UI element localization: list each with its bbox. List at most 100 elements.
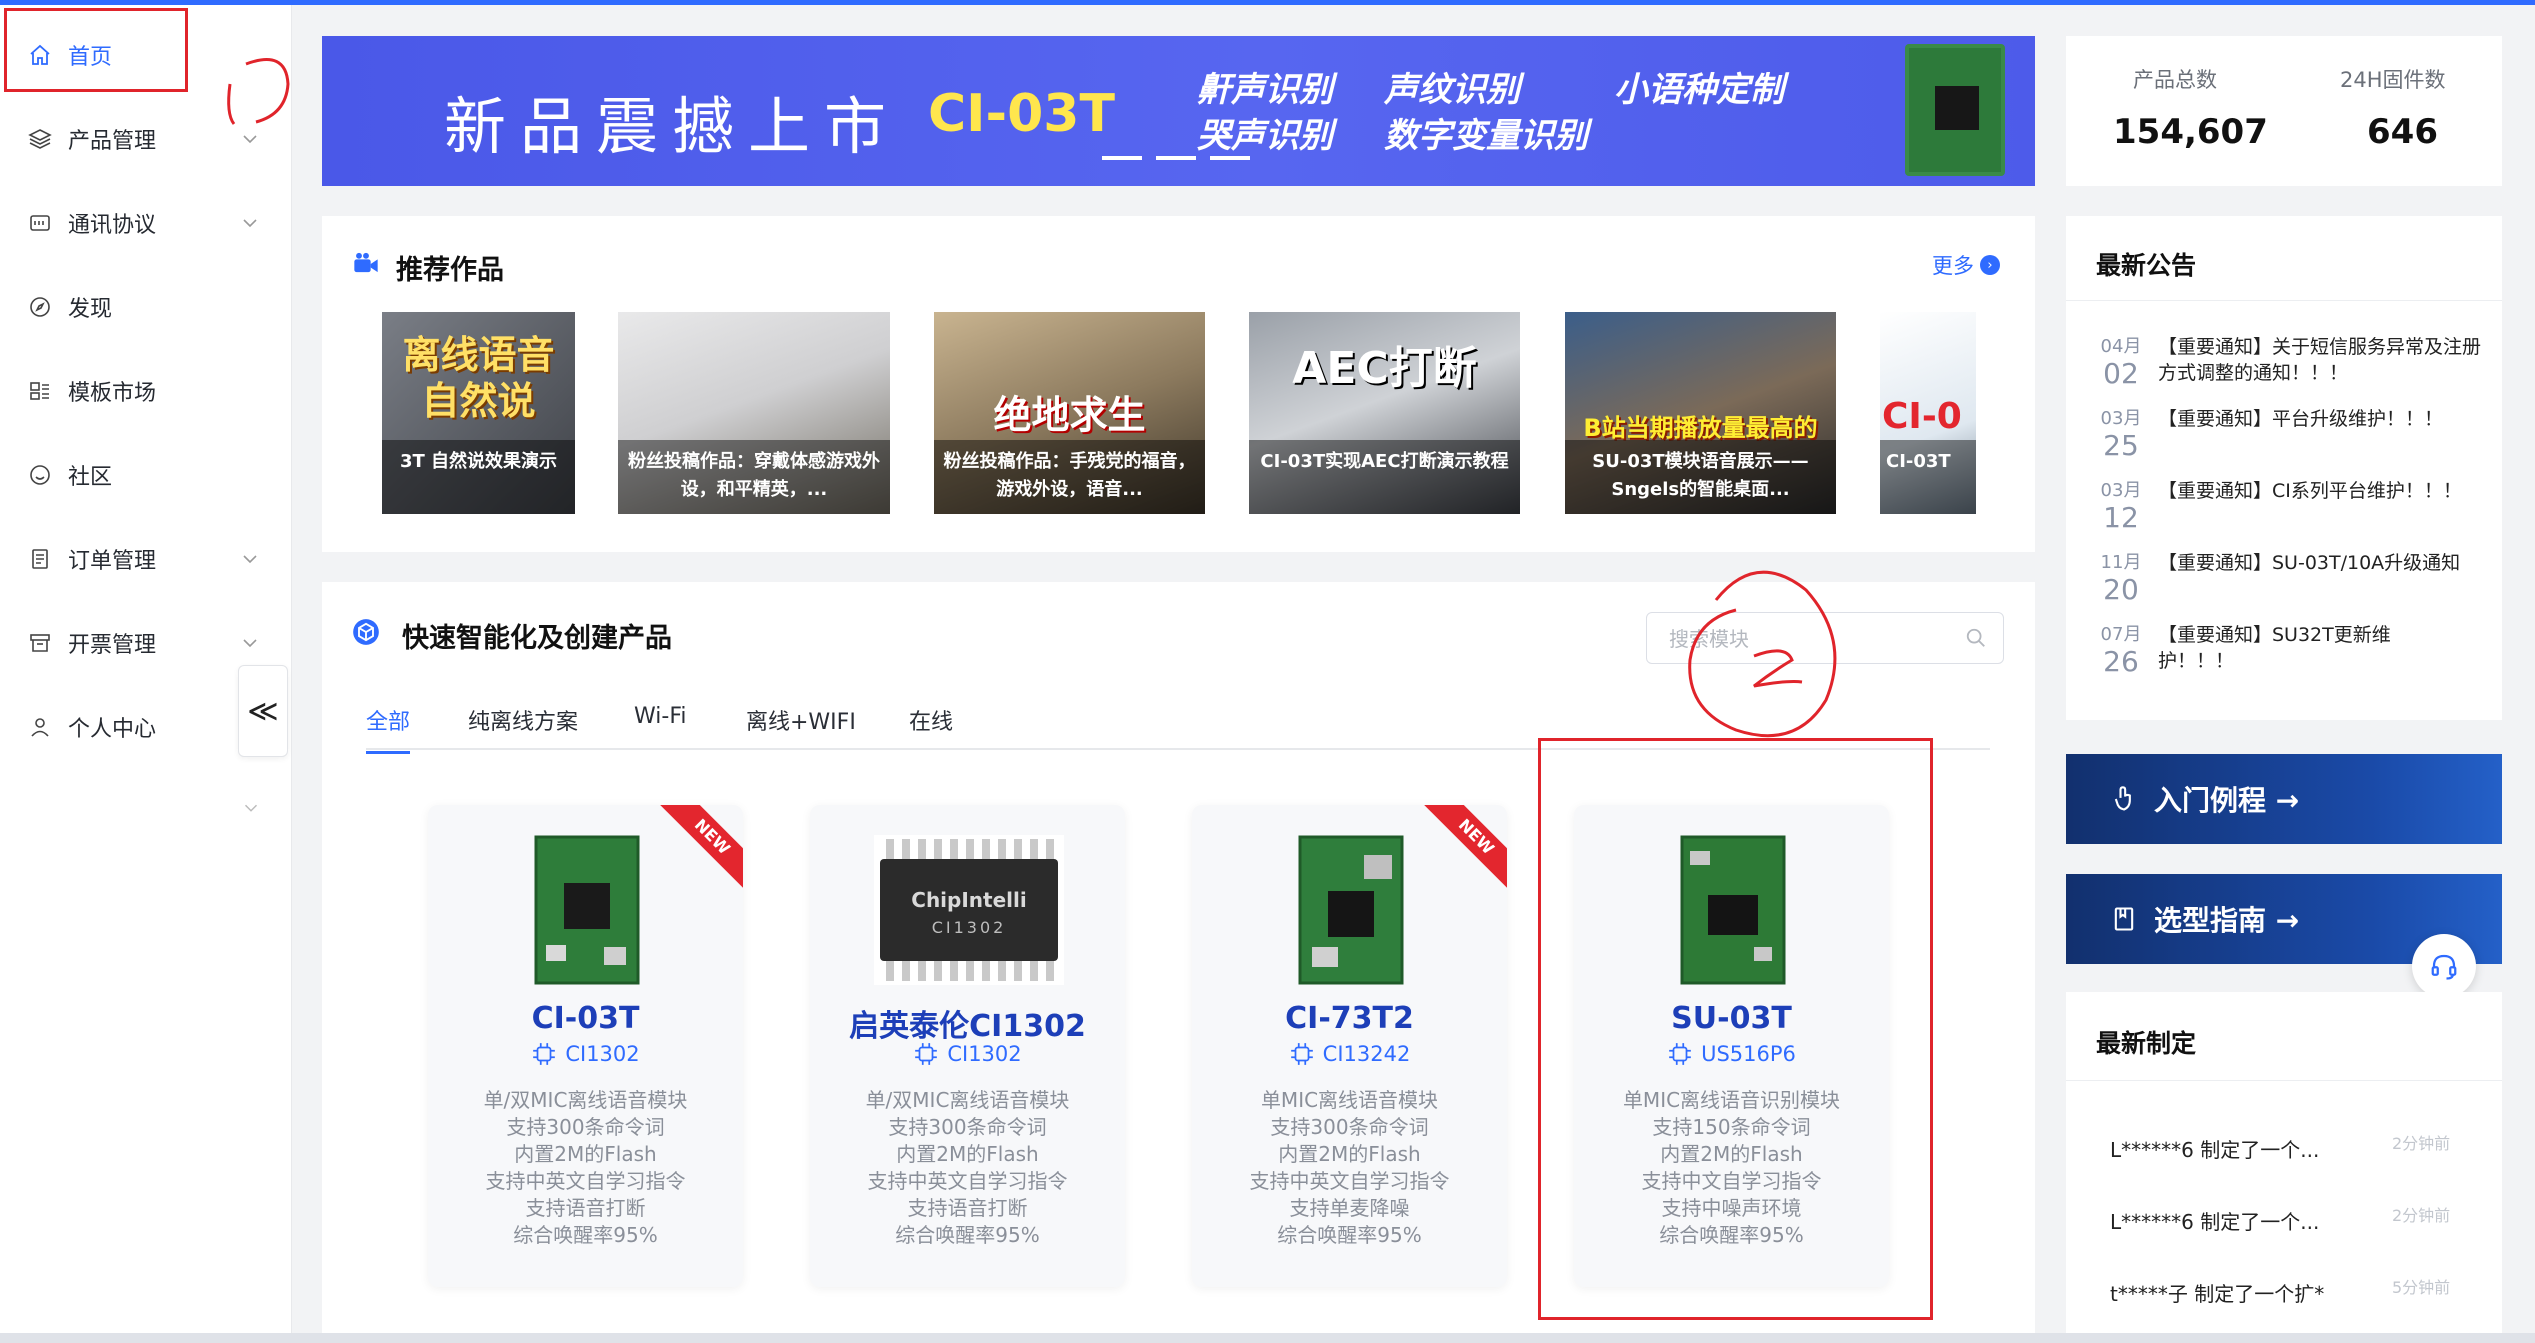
promo-banner[interactable]: 新品震撼上市 CI-03T 鼾声识别 哭声识别 声纹识别 数字变量识别 小语种定…	[322, 36, 2035, 186]
divider	[2066, 300, 2502, 301]
support-button[interactable]	[2412, 934, 2476, 998]
banner-dash	[1156, 156, 1196, 160]
smile-icon	[26, 461, 54, 489]
product-card[interactable]: NEW CI-03T CI1302 单/双MIC离线语音模块 支持300条命令词内…	[428, 805, 743, 1287]
order-icon	[26, 545, 54, 573]
cube-icon	[353, 619, 379, 645]
module-image	[1298, 835, 1404, 985]
sidebar-item-discover[interactable]: 发现	[0, 265, 292, 349]
notice-item[interactable]: 【重要通知】SU32T更新维护！！！	[2158, 622, 2408, 674]
banner-feature: 鼾声识别	[1197, 70, 1333, 110]
module-board-image	[1905, 44, 2005, 176]
total-products-value: 154,607	[2113, 112, 2268, 152]
notice-date: 04月 02	[2100, 336, 2142, 390]
search-icon[interactable]	[1965, 627, 1987, 649]
sidebar-item-label: 个人中心	[68, 717, 157, 742]
sidebar-item-label: 产品管理	[68, 129, 157, 154]
banner-feature: 声纹识别	[1384, 70, 1520, 110]
invoice-icon	[26, 629, 54, 657]
annotation-mark-1	[227, 58, 290, 125]
banner-model: CI-03T	[928, 84, 1115, 144]
notices-title: 最新公告	[2096, 251, 2197, 280]
work-card[interactable]: 离线语音 自然说 3T 自然说效果演示	[382, 312, 575, 514]
product-description: 单/双MIC离线语音模块 支持300条命令词 内置2M的Flash 支持中英文自学习指…	[865, 1088, 1070, 1247]
chip-icon	[915, 1043, 938, 1065]
banner-dash	[1102, 156, 1142, 160]
sidebar-item-community[interactable]: 社区	[0, 433, 292, 517]
tab-active-underline	[366, 751, 410, 754]
sidebar-item-label: 社区	[68, 465, 113, 490]
sidebar-item-label: 开票管理	[68, 633, 157, 658]
tab-offline-wifi[interactable]: 离线+WIFI	[746, 704, 856, 736]
notice-date: 03月 12	[2100, 480, 2142, 534]
banner-feature: 小语种定制	[1614, 70, 1784, 110]
chevron-down-icon	[243, 639, 257, 648]
recommended-title: 推荐作品	[396, 255, 504, 286]
firmware-count-value: 646	[2367, 112, 2438, 152]
product-description: 单MIC离线语音模块 支持300条命令词 内置2M的Flash 支持中英文自学习指令支…	[1249, 1088, 1450, 1247]
tab-online[interactable]: 在线	[909, 704, 953, 736]
video-camera-icon	[354, 252, 378, 273]
tab-wifi[interactable]: Wi-Fi	[634, 704, 687, 729]
sidebar-item-templates[interactable]: 模板市场	[0, 349, 292, 433]
recent-time: 2分钟前	[2392, 1134, 2451, 1153]
tab-offline[interactable]: 纯离线方案	[468, 704, 578, 736]
product-card[interactable]: ChipIntelli CI1302 启英泰伦CI1302 CI1302 单/双…	[810, 805, 1125, 1287]
product-description: 单/双MIC离线语音模块 支持300条命令词 内置2M的Flash 支持中英文自学习指…	[483, 1088, 688, 1247]
chip-model-text: CI1302	[932, 918, 1007, 937]
sidebar-item-orders[interactable]: 订单管理	[0, 517, 292, 601]
product-name: 启英泰伦CI1302	[849, 1009, 1086, 1044]
work-card[interactable]: B站当期播放量最高的 SU-03T模块语音展示——Sngels的智能桌面...	[1565, 312, 1836, 514]
chip-icon	[533, 1043, 556, 1065]
work-title-art: 绝地求生	[993, 393, 1146, 437]
work-card[interactable]: 粉丝投稿作品：穿戴体感游戏外设，和平精英，...	[618, 312, 890, 514]
sidebar-item-label: 通讯协议	[68, 213, 157, 238]
notice-item[interactable]: 【重要通知】平台升级维护！！！	[2158, 406, 2498, 432]
total-products-label: 产品总数	[2133, 68, 2217, 92]
module-image	[534, 835, 640, 985]
recent-time: 5分钟前	[2392, 1278, 2451, 1297]
work-card[interactable]: CI-0 CI-03T	[1880, 312, 1976, 514]
headset-icon	[2431, 954, 2457, 980]
recent-title: 最新制定	[2096, 1029, 2197, 1058]
compass-icon	[26, 293, 54, 321]
work-card[interactable]: AEC打断 CI-03T实现AEC打断演示教程	[1249, 312, 1520, 514]
chip-package-image: ChipIntelli CI1302	[874, 835, 1064, 985]
tab-all[interactable]: 全部	[366, 704, 410, 754]
stats-card	[2066, 36, 2502, 186]
banner-feature: 数字变量识别	[1384, 116, 1588, 156]
book-icon	[2114, 907, 2134, 931]
new-badge: NEW	[656, 805, 743, 893]
work-card[interactable]: 绝地求生 粉丝投稿作品：手残党的福音，游戏外设，语音...	[934, 312, 1205, 514]
highlight-box-su03t	[1538, 738, 1933, 1320]
work-caption: CI-03T	[1880, 440, 1976, 514]
notice-item[interactable]: 【重要通知】关于短信服务异常及注册方式调整的通知！！！	[2158, 334, 2498, 386]
work-title-art: B站当期播放量最高的	[1583, 414, 1818, 442]
sidebar-item-label: 订单管理	[68, 549, 157, 574]
quick-create-title: 快速智能化及创建产品	[402, 623, 672, 654]
notice-item[interactable]: 【重要通知】CI系列平台维护！！！	[2158, 478, 2498, 504]
notice-item[interactable]: 【重要通知】SU-03T/10A升级通知	[2158, 550, 2498, 576]
sidebar-item-protocol[interactable]: 通讯协议	[0, 181, 292, 265]
layers-icon	[26, 125, 54, 153]
work-caption: SU-03T模块语音展示——Sngels的智能桌面...	[1565, 440, 1836, 514]
tutorial-button[interactable]: 入门例程 →	[2066, 754, 2502, 844]
new-badge: NEW	[1420, 805, 1507, 893]
work-title-art: AEC打断	[1292, 343, 1477, 394]
work-caption: 粉丝投稿作品：手残党的福音，游戏外设，语音...	[934, 440, 1205, 514]
sidebar-item-label: 发现	[68, 297, 113, 322]
product-card[interactable]: NEW CI-73T2 CI13242 单MIC离线语音模块 支持300条命令词内…	[1192, 805, 1507, 1287]
horizontal-scrollbar[interactable]	[0, 1333, 2535, 1343]
more-label: 更多	[1932, 254, 1974, 278]
product-chip: CI1302	[810, 1041, 1125, 1067]
hand-pointer-icon	[2114, 786, 2131, 811]
protocol-icon	[26, 209, 54, 237]
banner-title: 新品震撼上市	[444, 90, 901, 163]
more-link[interactable]: 更多 ›	[1932, 250, 2000, 280]
recent-time: 2分钟前	[2392, 1206, 2451, 1225]
highlight-box-home	[4, 8, 188, 92]
divider	[2066, 1080, 2502, 1081]
sidebar-collapse-button[interactable]: ≪	[238, 665, 288, 757]
product-chip: CI13242	[1192, 1041, 1507, 1067]
work-title-art: CI-0	[1882, 396, 1962, 437]
